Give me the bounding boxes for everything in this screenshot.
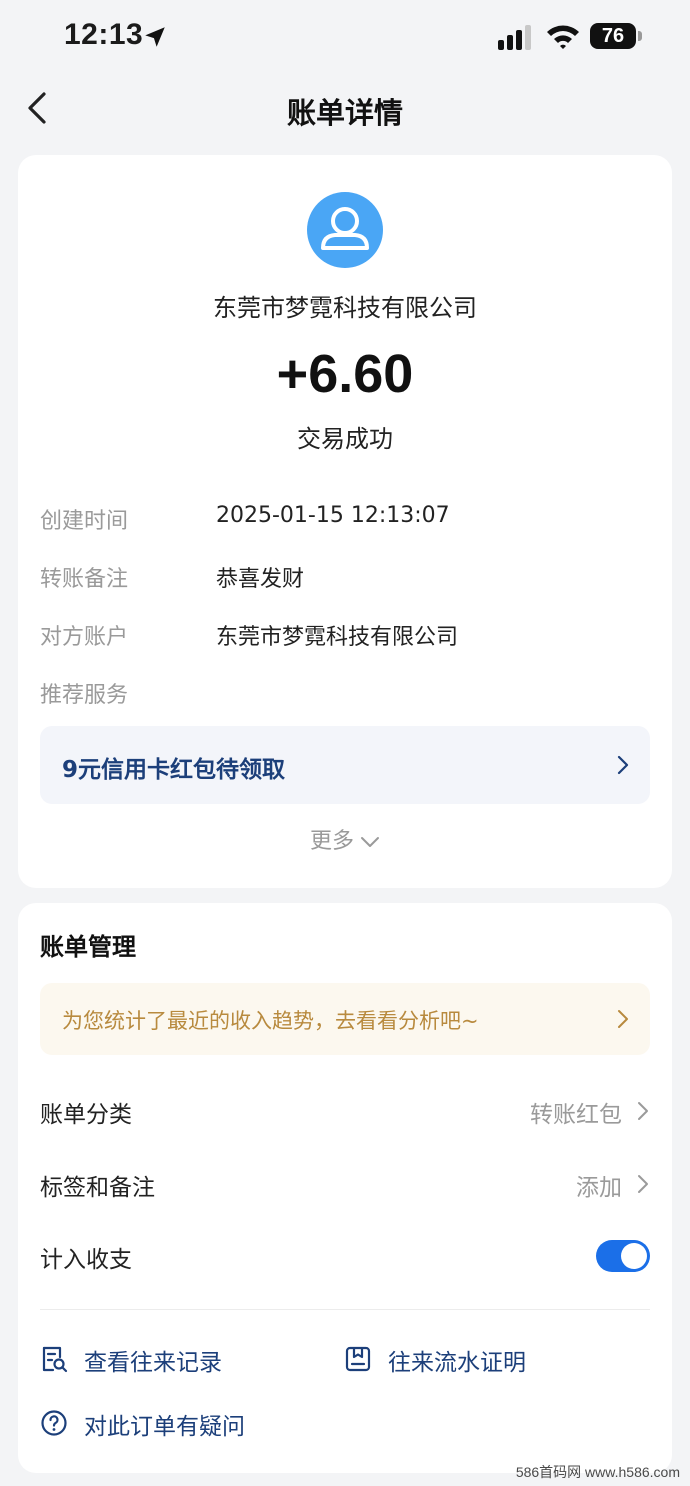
question-circle-icon — [41, 1410, 67, 1436]
include-in-ledger-row: 计入收支 — [40, 1230, 650, 1280]
status-time: 12:13 — [64, 18, 144, 51]
tip-text: 为您统计了最近的收入趋势，去看看分析吧~ — [62, 1009, 479, 1033]
credit-card-promo-banner[interactable]: 9元信用卡红包待领取 — [40, 726, 650, 804]
battery-cap — [638, 31, 642, 41]
detail-label: 转账备注 — [40, 567, 129, 592]
detail-row-recommended: 推荐服务 — [40, 677, 650, 713]
view-history-link[interactable]: 查看往来记录 — [40, 1341, 300, 1381]
bill-category-row[interactable]: 账单分类 转账红包 — [40, 1085, 650, 1135]
transaction-amount: +6.60 — [276, 344, 414, 404]
row-label: 账单分类 — [40, 1102, 132, 1128]
detail-row-created-time: 创建时间 2025-01-15 12:13:07 — [40, 503, 650, 539]
section-title: 账单管理 — [40, 933, 136, 961]
detail-value: 2025-01-15 12:13:07 — [216, 503, 450, 528]
chevron-right-icon — [638, 1102, 648, 1120]
detail-value: 恭喜发财 — [216, 567, 305, 592]
link-text: 往来流水证明 — [388, 1350, 526, 1376]
wifi-icon — [547, 25, 579, 49]
chevron-right-icon — [618, 1010, 628, 1028]
battery-level: 76 — [590, 23, 636, 49]
detail-label: 推荐服务 — [40, 683, 129, 708]
detail-label: 对方账户 — [40, 625, 129, 650]
link-text: 对此订单有疑问 — [84, 1414, 245, 1440]
order-question-link[interactable]: 对此订单有疑问 — [40, 1405, 320, 1445]
more-label: 更多 — [309, 829, 354, 854]
row-value: 添加 — [576, 1175, 622, 1201]
detail-row-transfer-note: 转账备注 恭喜发财 — [40, 561, 650, 597]
battery-indicator: 76 — [590, 23, 642, 49]
more-toggle[interactable]: 更多 — [18, 823, 672, 855]
nav-bar: 账单详情 — [0, 74, 690, 144]
page-title: 账单详情 — [286, 96, 403, 130]
transaction-status: 交易成功 — [297, 425, 393, 453]
cellular-signal-icon — [498, 25, 531, 50]
detail-row-counterparty: 对方账户 东莞市梦霓科技有限公司 — [40, 619, 650, 655]
row-label: 标签和备注 — [40, 1175, 155, 1201]
detail-label: 创建时间 — [40, 509, 129, 534]
tags-notes-row[interactable]: 标签和备注 添加 — [40, 1158, 650, 1208]
divider — [40, 1309, 650, 1310]
user-avatar-icon — [321, 207, 369, 250]
site-watermark: 586首码网 www.h586.com — [515, 1464, 680, 1480]
location-arrow-icon — [145, 27, 165, 47]
chevron-right-icon — [617, 755, 629, 775]
bill-management-card: 账单管理 为您统计了最近的收入趋势，去看看分析吧~ 账单分类 转账红包 标签和备… — [18, 903, 672, 1473]
document-proof-icon — [345, 1346, 371, 1372]
record-search-icon — [42, 1346, 68, 1373]
chevron-down-icon — [361, 837, 379, 847]
promo-text: 9元信用卡红包待领取 — [62, 757, 286, 783]
link-text: 查看往来记录 — [84, 1350, 222, 1376]
transaction-card: 东莞市梦霓科技有限公司 +6.60 交易成功 创建时间 2025-01-15 1… — [18, 155, 672, 888]
transaction-proof-link[interactable]: 往来流水证明 — [344, 1341, 604, 1381]
row-value: 转账红包 — [530, 1102, 622, 1128]
chevron-right-icon — [638, 1175, 648, 1193]
income-trend-tip[interactable]: 为您统计了最近的收入趋势，去看看分析吧~ — [40, 983, 650, 1055]
payee-avatar — [307, 192, 383, 268]
include-in-ledger-toggle[interactable] — [596, 1240, 650, 1272]
detail-value: 东莞市梦霓科技有限公司 — [216, 625, 459, 650]
status-bar: 12:13 76 — [0, 0, 690, 74]
toggle-knob — [621, 1243, 647, 1269]
row-label: 计入收支 — [40, 1247, 132, 1273]
payee-name: 东莞市梦霓科技有限公司 — [213, 294, 477, 322]
